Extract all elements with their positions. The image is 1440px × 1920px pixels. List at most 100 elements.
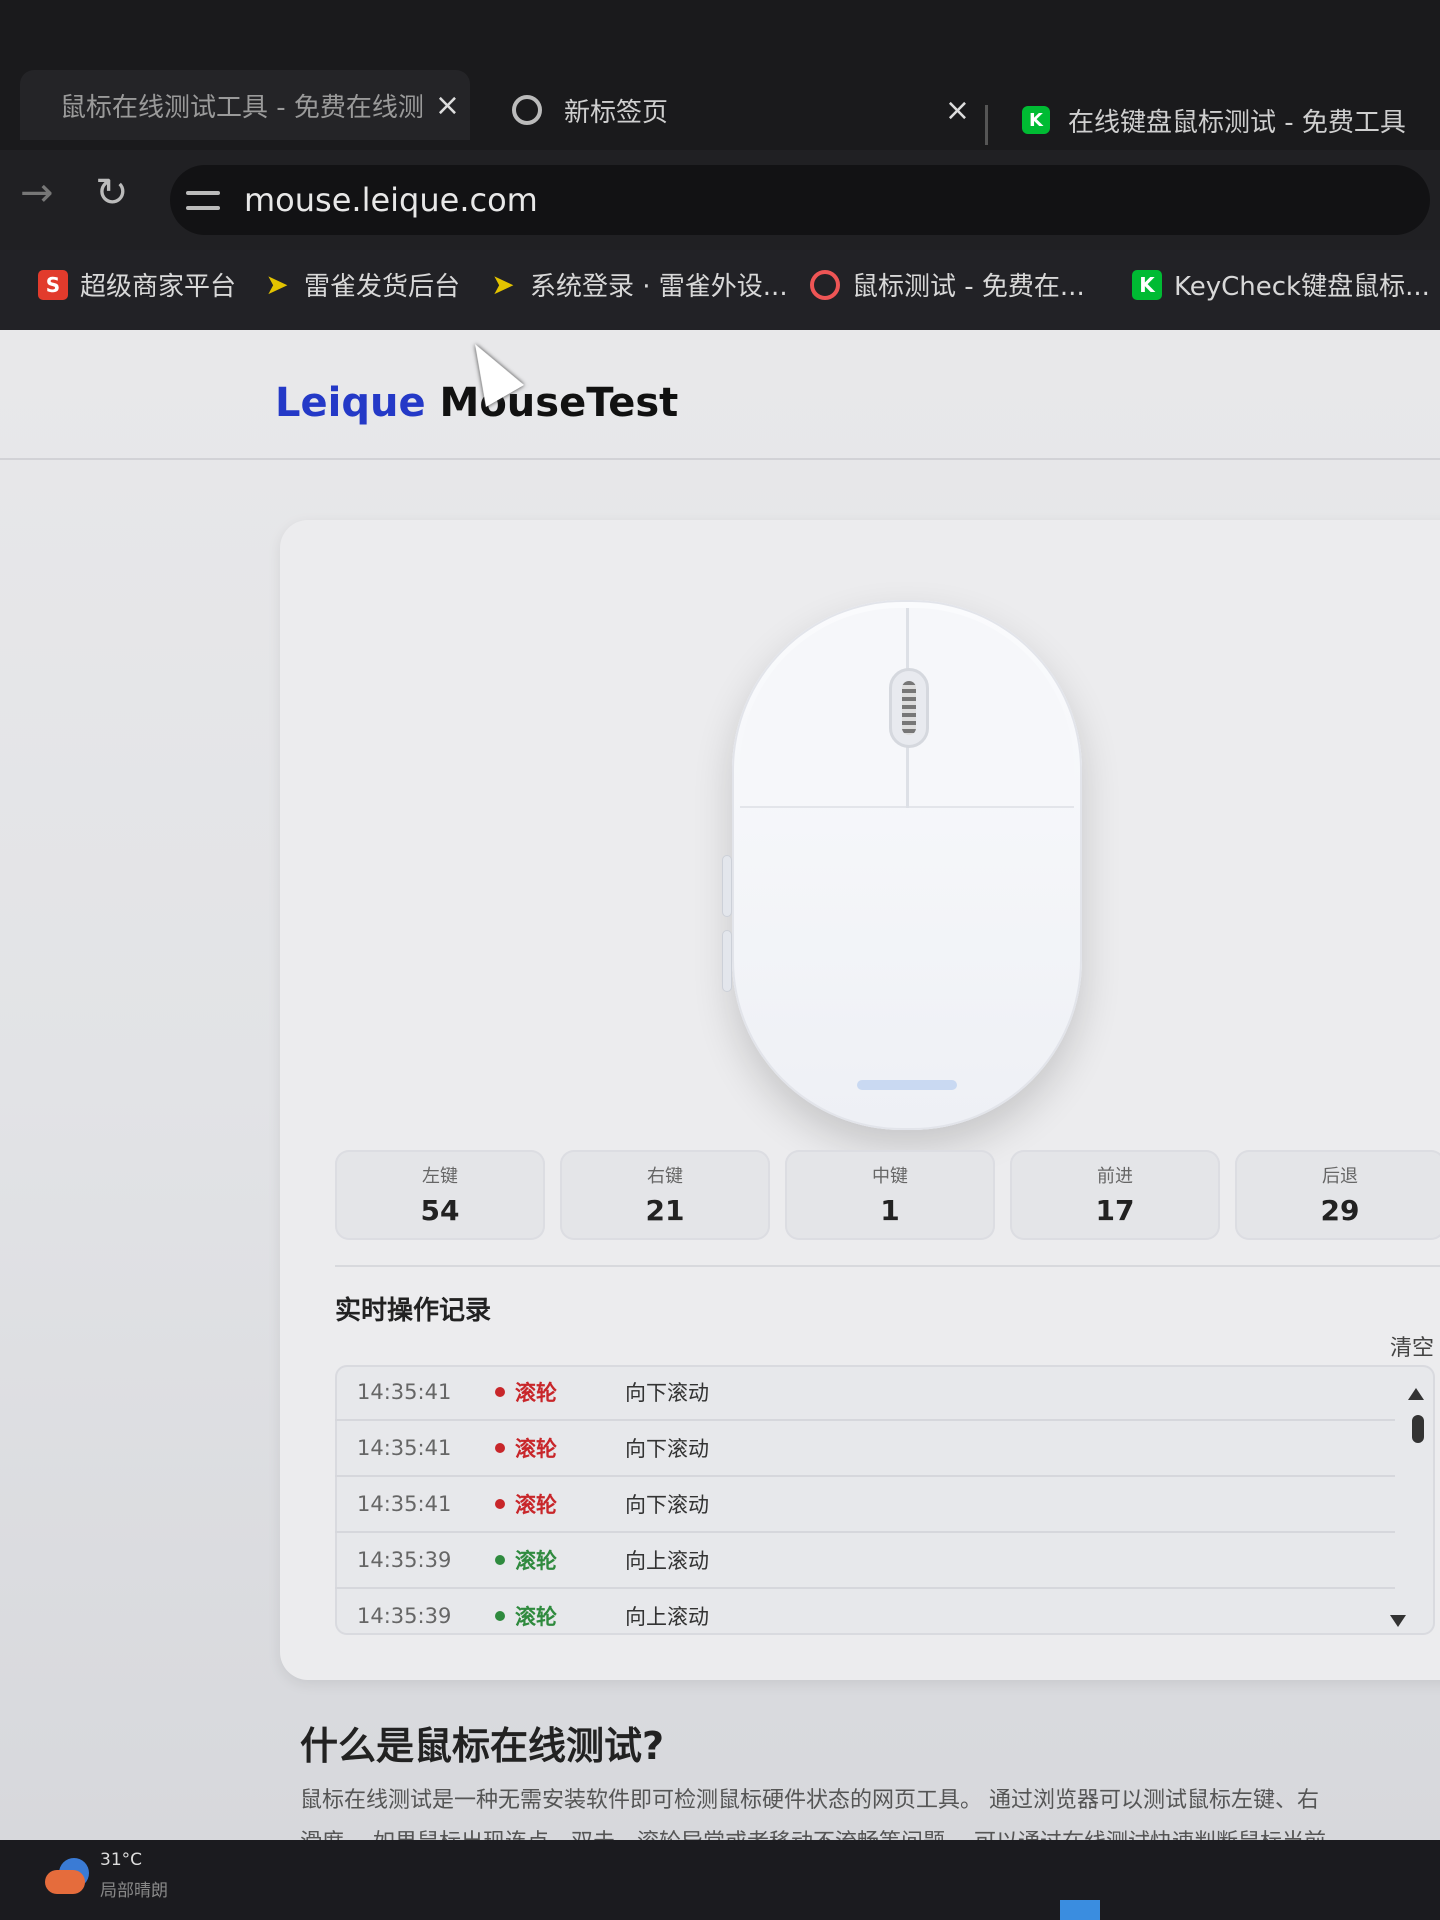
scroll-up-arrow-icon[interactable] [1408,1388,1424,1400]
log-type: 滚轮 [515,1549,557,1573]
counter-label: 中键 [872,1166,908,1187]
status-dot-icon [495,1387,505,1397]
tab-separator [985,105,988,145]
log-type: 滚轮 [515,1381,557,1405]
log-title: 实时操作记录 [335,1296,492,1326]
keycheck-favicon-icon: K [1022,106,1050,134]
log-type: 滚轮 [515,1437,557,1461]
tab-title: 鼠标在线测试工具 - 免费在线测 [60,92,424,123]
start-icon[interactable] [1060,1900,1100,1920]
section-heading: 什么是鼠标在线测试? [300,1724,665,1768]
log-desc: 向下滚动 [625,1381,709,1405]
bookmark-label: 系统登录 · 雷雀外设... [530,272,788,302]
clear-log-button[interactable]: 清空 [1390,1330,1434,1362]
bookmark-label: 雷雀发货后台 [304,272,461,302]
globe-icon [512,95,542,125]
section-paragraph: 鼠标在线测试是一种无需安装软件即可检测鼠标硬件状态的网页工具。 通过浏览器可以测… [300,1780,1420,1840]
bookmark-label: KeyCheck键盘鼠标... [1174,272,1430,302]
log-type: 滚轮 [515,1493,557,1517]
bookmarks-bar: S 超级商家平台 ➤ 雷雀发货后台 ➤ 系统登录 · 雷雀外设... 鼠标测试 … [0,250,1440,330]
log-row: 14:35:39 滚轮 向上滚动 [335,1589,1395,1635]
log-row: 14:35:41 滚轮 向下滚动 [335,1421,1395,1477]
bookmark-keycheck[interactable]: K KeyCheck键盘鼠标... [1132,266,1430,303]
counter-middle: 中键 1 [785,1150,995,1240]
leique-favicon-icon: ➤ [265,268,289,301]
close-icon[interactable]: × [435,88,460,123]
tab-keyboard-test[interactable]: K 在线键盘鼠标测试 - 免费工具 [1010,85,1440,155]
mouse-glow [857,1080,957,1090]
leique-favicon-icon: ➤ [491,268,515,301]
counter-left: 左键 54 [335,1150,545,1240]
log-time: 14:35:41 [357,1492,452,1516]
bookmark-super-merchant[interactable]: S 超级商家平台 [38,266,236,303]
tab-mouse-test[interactable]: 鼠标在线测试工具 - 免费在线测 × [20,70,470,140]
status-dot-icon [495,1499,505,1509]
counter-forward: 前进 17 [1010,1150,1220,1240]
counter-value: 1 [880,1194,900,1227]
paragraph-line: 滑度。 如果鼠标出现连点、双击、滚轮异常或者移动不流畅等问题， 可以通过在线测试… [300,1822,1420,1840]
log-desc: 向上滚动 [625,1549,709,1573]
url-text[interactable]: mouse.leique.com [244,181,538,219]
log-desc: 向上滚动 [625,1605,709,1629]
mouse-right-button[interactable] [909,608,1074,808]
counter-label: 后退 [1322,1166,1358,1187]
log-desc: 向下滚动 [625,1437,709,1461]
os-taskbar: 31°C 局部晴朗 [0,1840,1440,1920]
forward-icon[interactable]: → [20,170,54,216]
log-time: 14:35:39 [357,1604,452,1628]
bookmark-label: 鼠标测试 - 免费在... [852,272,1085,302]
log-row: 14:35:41 滚轮 向下滚动 [335,1477,1395,1533]
log-time: 14:35:39 [357,1548,452,1572]
bookmark-shipping-admin[interactable]: ➤ 雷雀发货后台 [262,266,460,303]
counter-label: 左键 [422,1166,458,1187]
site-settings-icon[interactable] [186,185,220,215]
close-icon[interactable]: × [945,93,970,128]
weather-icon[interactable] [45,1858,91,1898]
counter-value: 17 [1095,1194,1135,1227]
log-row: 14:35:39 滚轮 向上滚动 [335,1533,1395,1589]
log-row: 14:35:41 滚轮 向下滚动 [335,1365,1395,1421]
mouse-test-favicon-icon [810,269,840,300]
merchant-favicon-icon: S [38,269,68,300]
bookmark-label: 超级商家平台 [80,272,237,302]
weather-condition[interactable]: 局部晴朗 [100,1876,168,1901]
browser-toolbar: → ↻ mouse.leique.com [0,150,1440,250]
bookmark-system-login[interactable]: ➤ 系统登录 · 雷雀外设... [488,266,788,303]
tab-new-tab[interactable]: 新标签页 × [500,75,980,145]
log-desc: 向下滚动 [625,1493,709,1517]
status-dot-icon [495,1555,505,1565]
mouse-left-button[interactable] [740,608,907,808]
counter-label: 前进 [1097,1166,1133,1187]
mouse-forward-button[interactable] [722,855,732,917]
scrollbar-thumb[interactable] [1412,1415,1424,1443]
counter-value: 54 [420,1194,460,1227]
counter-label: 右键 [647,1166,683,1187]
mouse-back-button[interactable] [722,930,732,992]
section-divider [335,1265,1440,1267]
bookmark-mouse-test[interactable]: 鼠标测试 - 免费在... [810,266,1085,303]
keycheck-favicon-icon: K [1132,269,1162,300]
status-dot-icon [495,1443,505,1453]
tab-title: 在线键盘鼠标测试 - 免费工具 [1068,107,1406,138]
counter-value: 29 [1320,1194,1360,1227]
counter-value: 21 [645,1194,685,1227]
log-time: 14:35:41 [357,1380,452,1404]
counter-right: 右键 21 [560,1150,770,1240]
tab-bar: 鼠标在线测试工具 - 免费在线测 × 新标签页 × K 在线键盘鼠标测试 - 免… [0,0,1440,150]
scroll-down-arrow-icon[interactable] [1390,1615,1406,1627]
log-time: 14:35:41 [357,1436,452,1460]
click-counters: 左键 54 右键 21 中键 1 前进 17 后退 29 [335,1150,1440,1250]
counter-back: 后退 29 [1235,1150,1440,1240]
mouse-scroll-wheel[interactable] [889,668,929,748]
mouse-test-card: 左键 54 右键 21 中键 1 前进 17 后退 29 实时操作记录 清空 1… [280,520,1440,1680]
site-header: Leique MouseTest [0,330,1440,460]
mouse-illustration[interactable] [722,600,1082,1130]
logo-brand: Leique [275,380,426,426]
page-content: Leique MouseTest 左键 54 右键 21 中键 1 前进 17 … [0,330,1440,1840]
address-bar[interactable]: mouse.leique.com [170,165,1430,235]
log-type: 滚轮 [515,1605,557,1629]
event-log[interactable]: 14:35:41 滚轮 向下滚动 14:35:41 滚轮 向下滚动 14:35:… [335,1365,1435,1635]
weather-temp[interactable]: 31°C [100,1850,142,1870]
reload-icon[interactable]: ↻ [95,170,129,216]
paragraph-line: 鼠标在线测试是一种无需安装软件即可检测鼠标硬件状态的网页工具。 通过浏览器可以测… [300,1788,1319,1813]
